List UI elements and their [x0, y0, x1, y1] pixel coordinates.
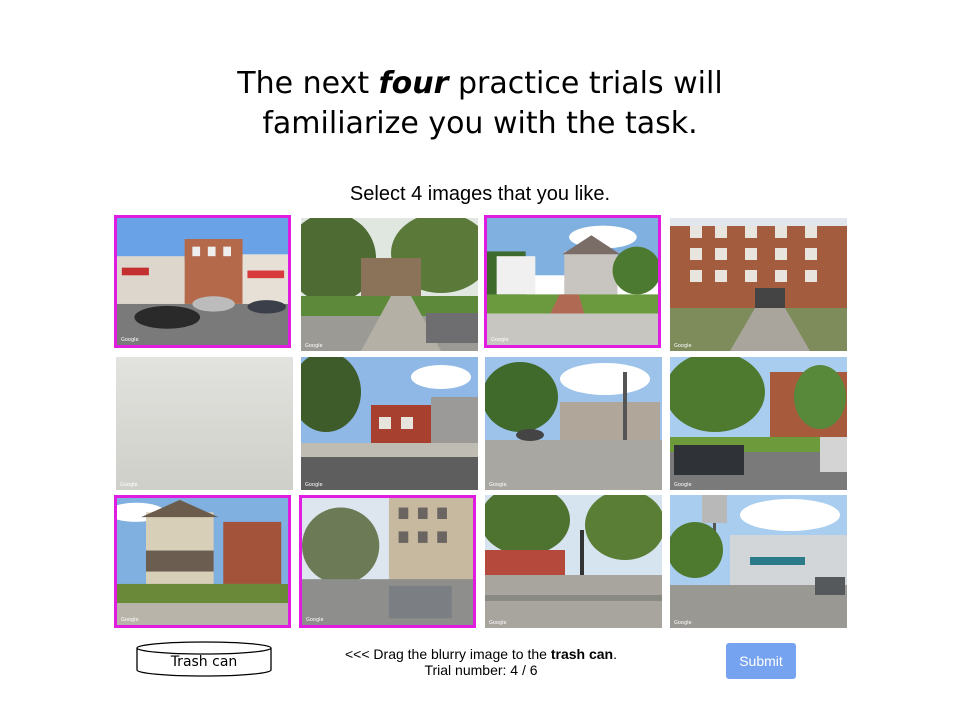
submit-button[interactable]: Submit	[726, 643, 796, 679]
drag-hint-text: <<< Drag the blurry image to the	[345, 646, 551, 662]
drag-instruction: <<< Drag the blurry image to the trash c…	[300, 645, 662, 663]
image-credit: Google	[121, 617, 139, 623]
street-view-image	[670, 495, 847, 628]
image-credit: Google	[489, 482, 507, 488]
street-view-image	[302, 498, 473, 625]
image-credit: Google	[491, 337, 509, 343]
image-credit: Google	[305, 482, 323, 488]
image-tile-7[interactable]: Google	[485, 357, 662, 490]
trial-counter: Trial number: 4 / 6	[424, 662, 538, 678]
image-credit: Google	[489, 620, 507, 626]
image-tile-1[interactable]: Google	[114, 215, 291, 348]
image-grid: Google Google Google Google Google Googl…	[0, 0, 960, 720]
street-view-image	[670, 218, 847, 351]
street-view-image	[301, 357, 478, 490]
drag-hint-bold: trash can	[550, 646, 614, 662]
image-credit: Google	[121, 337, 139, 343]
image-credit: Google	[305, 343, 323, 349]
trash-can-dropzone[interactable]: Trash can	[136, 641, 272, 677]
image-tile-3[interactable]: Google	[484, 215, 661, 348]
image-credit: Google	[674, 482, 692, 488]
image-tile-12[interactable]: Google	[670, 495, 847, 628]
image-tile-11[interactable]: Google	[485, 495, 662, 628]
image-credit: Google	[674, 620, 692, 626]
street-view-image	[485, 357, 662, 490]
trash-can-label: Trash can	[170, 654, 238, 670]
street-view-image	[485, 495, 662, 628]
image-tile-4[interactable]: Google	[670, 218, 847, 351]
image-credit: Google	[674, 343, 692, 349]
image-tile-5[interactable]: Google	[116, 357, 293, 490]
image-tile-2[interactable]: Google	[301, 218, 478, 351]
street-view-image	[117, 498, 288, 625]
street-view-image	[117, 218, 288, 345]
image-credit: Google	[306, 617, 324, 623]
street-view-image	[301, 218, 478, 351]
image-tile-6[interactable]: Google	[301, 357, 478, 490]
street-view-image	[487, 218, 658, 345]
image-tile-8[interactable]: Google	[670, 357, 847, 490]
drag-hint-end: .	[613, 646, 617, 662]
street-view-image	[670, 357, 847, 490]
image-credit: Google	[120, 482, 138, 488]
image-tile-10[interactable]: Google	[299, 495, 476, 628]
image-tile-9[interactable]: Google	[114, 495, 291, 628]
blurry-image	[116, 357, 293, 490]
